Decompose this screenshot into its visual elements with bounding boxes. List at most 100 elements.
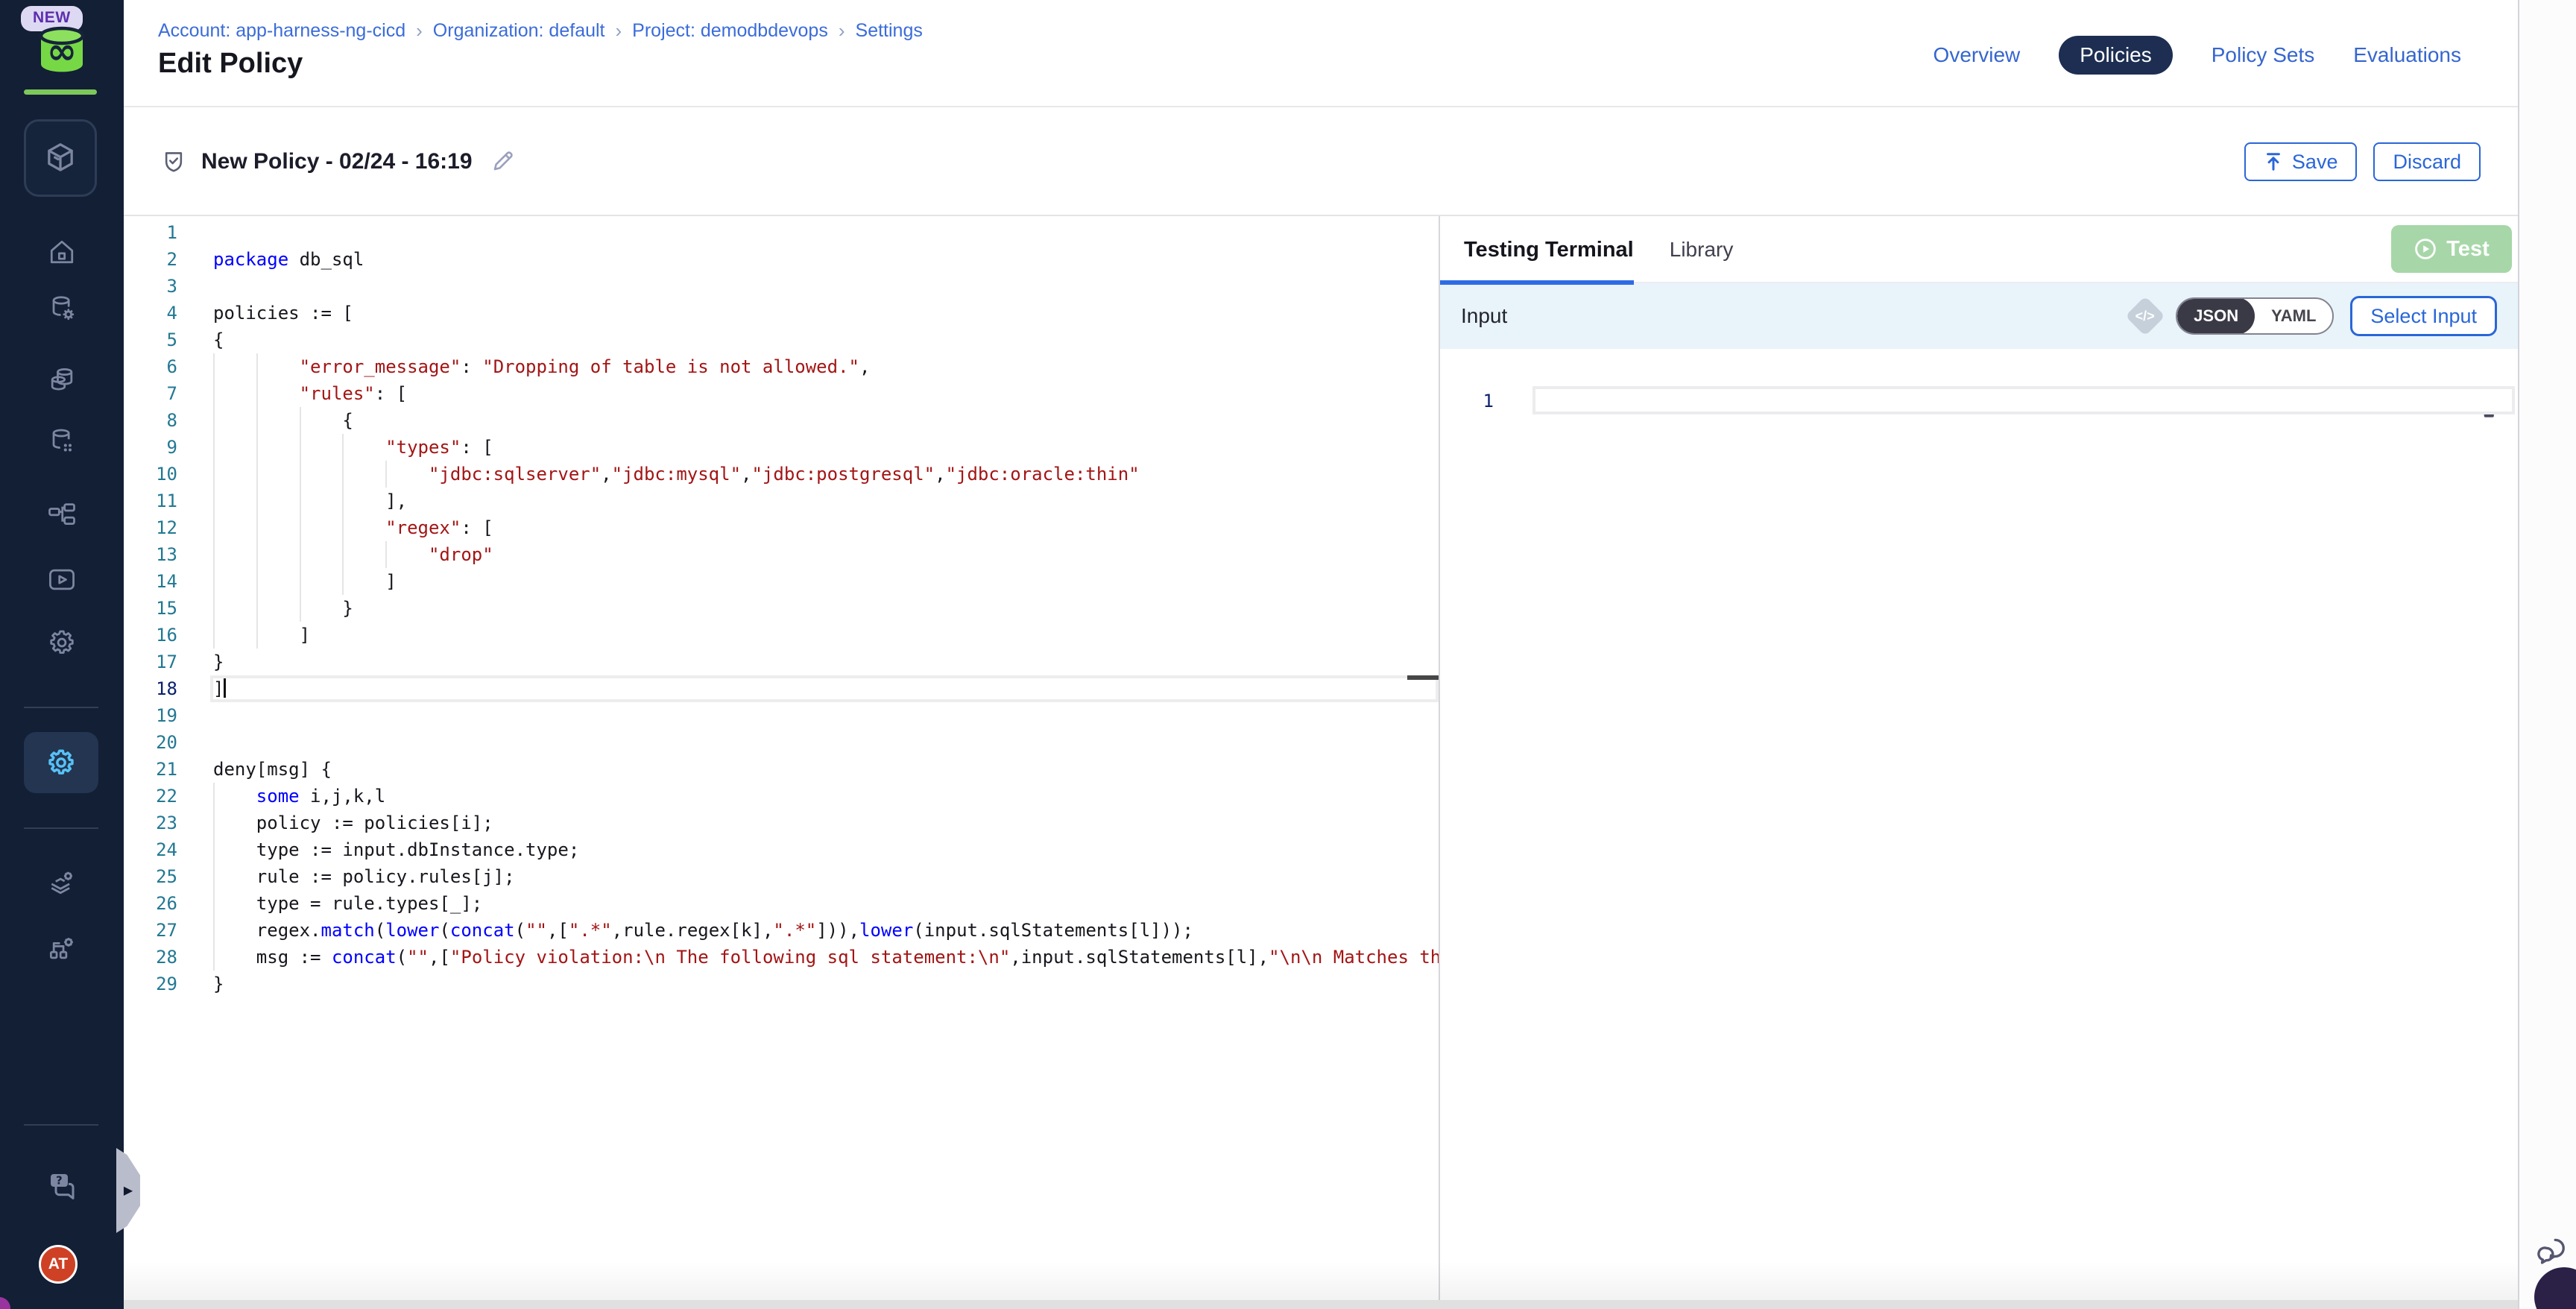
sidebar-module-selector[interactable] <box>24 119 97 197</box>
editor-line[interactable]: 7 "rules": [ <box>124 380 1439 407</box>
editor-line[interactable]: 18] <box>124 675 1439 702</box>
input-label: Input <box>1461 304 1507 328</box>
right-gutter <box>2518 0 2576 1309</box>
database-gear-icon <box>45 292 78 325</box>
bottom-scrollbar[interactable] <box>124 1300 2518 1309</box>
sidebar-item-default-settings[interactable] <box>0 866 124 899</box>
logo-underline <box>24 89 97 95</box>
save-button[interactable]: Save <box>2244 142 2358 181</box>
editor-line[interactable]: 27 regex.match(lower(concat("",[".*",rul… <box>124 917 1439 944</box>
test-button[interactable]: Test <box>2391 225 2512 273</box>
editor-line[interactable]: 6 "error_message": "Dropping of table is… <box>124 353 1439 380</box>
cube-icon <box>41 139 80 177</box>
database-dots-icon <box>45 425 78 458</box>
breadcrumb-link[interactable]: Organization: default <box>433 20 605 42</box>
panel-tab-library[interactable]: Library <box>1670 238 1734 262</box>
layers-gear-icon <box>45 866 78 899</box>
editor-line[interactable]: 20 <box>124 729 1439 756</box>
overview-ruler-cursor <box>1407 675 1439 680</box>
policy-name: New Policy - 02/24 - 16:19 <box>201 149 473 174</box>
editor-line[interactable]: 29} <box>124 971 1439 997</box>
sidebar-item-settings-active[interactable] <box>24 732 98 793</box>
code-format-icon[interactable]: </> <box>2125 296 2165 336</box>
sidebar-item-executions[interactable] <box>0 564 124 596</box>
tab-policy-sets[interactable]: Policy Sets <box>2212 43 2315 67</box>
editor-line[interactable]: 11 ], <box>124 488 1439 514</box>
panel-tab-testing-terminal[interactable]: Testing Terminal <box>1464 238 1634 262</box>
save-label: Save <box>2292 151 2338 174</box>
app-root: NEW ∞ <box>0 0 2576 1309</box>
code-editor[interactable]: 12package db_sql34policies := [5{6 "erro… <box>124 216 1439 1300</box>
gear-outline-icon <box>45 626 78 659</box>
editor-line[interactable]: 4policies := [ <box>124 300 1439 327</box>
discard-button[interactable]: Discard <box>2373 142 2481 181</box>
upload-icon <box>2264 152 2283 171</box>
editor-line[interactable]: 5{ <box>124 327 1439 353</box>
avatar[interactable]: AT <box>39 1245 78 1284</box>
editor-line[interactable]: 19 <box>124 702 1439 729</box>
breadcrumb-separator-icon: › <box>616 19 622 42</box>
shield-check-icon <box>161 149 186 174</box>
tab-policies[interactable]: Policies <box>2059 36 2172 75</box>
sidebar-item-database-instances[interactable] <box>0 425 124 458</box>
editor-line[interactable]: 13 "drop" <box>124 541 1439 568</box>
breadcrumb: Account: app-harness-ng-cicd › Organizatio… <box>158 19 923 42</box>
chat-bubbles-icon[interactable] <box>2533 1233 2570 1270</box>
editor-line[interactable]: 26 type = rule.types[_]; <box>124 890 1439 917</box>
editor-line[interactable]: 10 "jdbc:sqlserver","jdbc:mysql","jdbc:p… <box>124 461 1439 488</box>
breadcrumb-link[interactable]: Account: app-harness-ng-cicd <box>158 20 405 42</box>
harness-database-devops-logo: ∞ <box>36 25 88 75</box>
editor-line[interactable]: 17} <box>124 649 1439 675</box>
editor-line[interactable]: 14 ] <box>124 568 1439 595</box>
input-line-number: 1 <box>1440 388 1494 414</box>
editor-line[interactable]: 8 { <box>124 407 1439 434</box>
sidebar-item-configuration[interactable] <box>0 626 124 659</box>
tab-overview[interactable]: Overview <box>1933 43 2021 67</box>
sidebar-item-database-settings[interactable] <box>0 292 124 325</box>
sidebar-item-databases[interactable] <box>0 364 124 397</box>
editor-line[interactable]: 9 "types": [ <box>124 434 1439 461</box>
breadcrumb-link[interactable]: Project: demodbdevops <box>632 20 828 42</box>
sidebar-item-help[interactable]: ? <box>0 1167 124 1203</box>
play-circle-icon <box>2414 237 2437 261</box>
sidebar-item-home[interactable] <box>0 236 124 268</box>
editor-line[interactable]: 24 type := input.dbInstance.type; <box>124 836 1439 863</box>
editor-line[interactable]: 15 } <box>124 595 1439 622</box>
input-editor-line[interactable]: 1 <box>1440 388 2518 414</box>
input-editor[interactable]: 1 <box>1440 388 2518 414</box>
format-yaml[interactable]: YAML <box>2255 297 2332 335</box>
database-stack-icon <box>45 364 78 397</box>
editor-line[interactable]: 3 <box>124 273 1439 300</box>
editor-line[interactable]: 22 some i,j,k,l <box>124 783 1439 810</box>
format-json[interactable]: JSON <box>2177 297 2255 335</box>
page-title: Edit Policy <box>158 48 303 80</box>
editor-line[interactable]: 12 "regex": [ <box>124 514 1439 541</box>
format-toggle: JSONYAML <box>2176 297 2334 335</box>
input-current-line <box>1532 386 2515 414</box>
editor-line[interactable]: 2package db_sql <box>124 246 1439 273</box>
main-content: Account: app-harness-ng-cicd › Organizatio… <box>124 0 2518 1309</box>
page-header: Account: app-harness-ng-cicd › Organizatio… <box>124 0 2518 107</box>
breadcrumb-link[interactable]: Settings <box>856 20 923 42</box>
select-input-button[interactable]: Select Input <box>2350 296 2497 336</box>
editor-line[interactable]: 16 ] <box>124 622 1439 649</box>
editor-line[interactable]: 21deny[msg] { <box>124 756 1439 783</box>
pipeline-flow-icon <box>45 499 78 532</box>
editor-line[interactable]: 23 policy := policies[i]; <box>124 810 1439 836</box>
editor-line[interactable]: 1 <box>124 219 1439 246</box>
svg-text:∞: ∞ <box>47 31 77 72</box>
sidebar-item-pipelines[interactable] <box>0 499 124 532</box>
editor-line[interactable]: 25 rule := policy.rules[j]; <box>124 863 1439 890</box>
sidebar: NEW ∞ <box>0 0 124 1309</box>
sidebar-item-org-settings[interactable] <box>0 932 124 965</box>
video-play-icon <box>45 564 78 596</box>
home-icon <box>45 236 78 268</box>
editor-line[interactable]: 28 msg := concat("",["Policy violation:\… <box>124 944 1439 971</box>
sidebar-divider <box>24 827 98 829</box>
edit-pencil-icon[interactable] <box>490 150 514 174</box>
svg-text:?: ? <box>56 1173 63 1187</box>
breadcrumb-separator-icon: › <box>416 19 423 42</box>
settings-gear-active-icon <box>44 745 78 780</box>
tab-evaluations[interactable]: Evaluations <box>2353 43 2461 67</box>
sidebar-divider <box>24 707 98 708</box>
